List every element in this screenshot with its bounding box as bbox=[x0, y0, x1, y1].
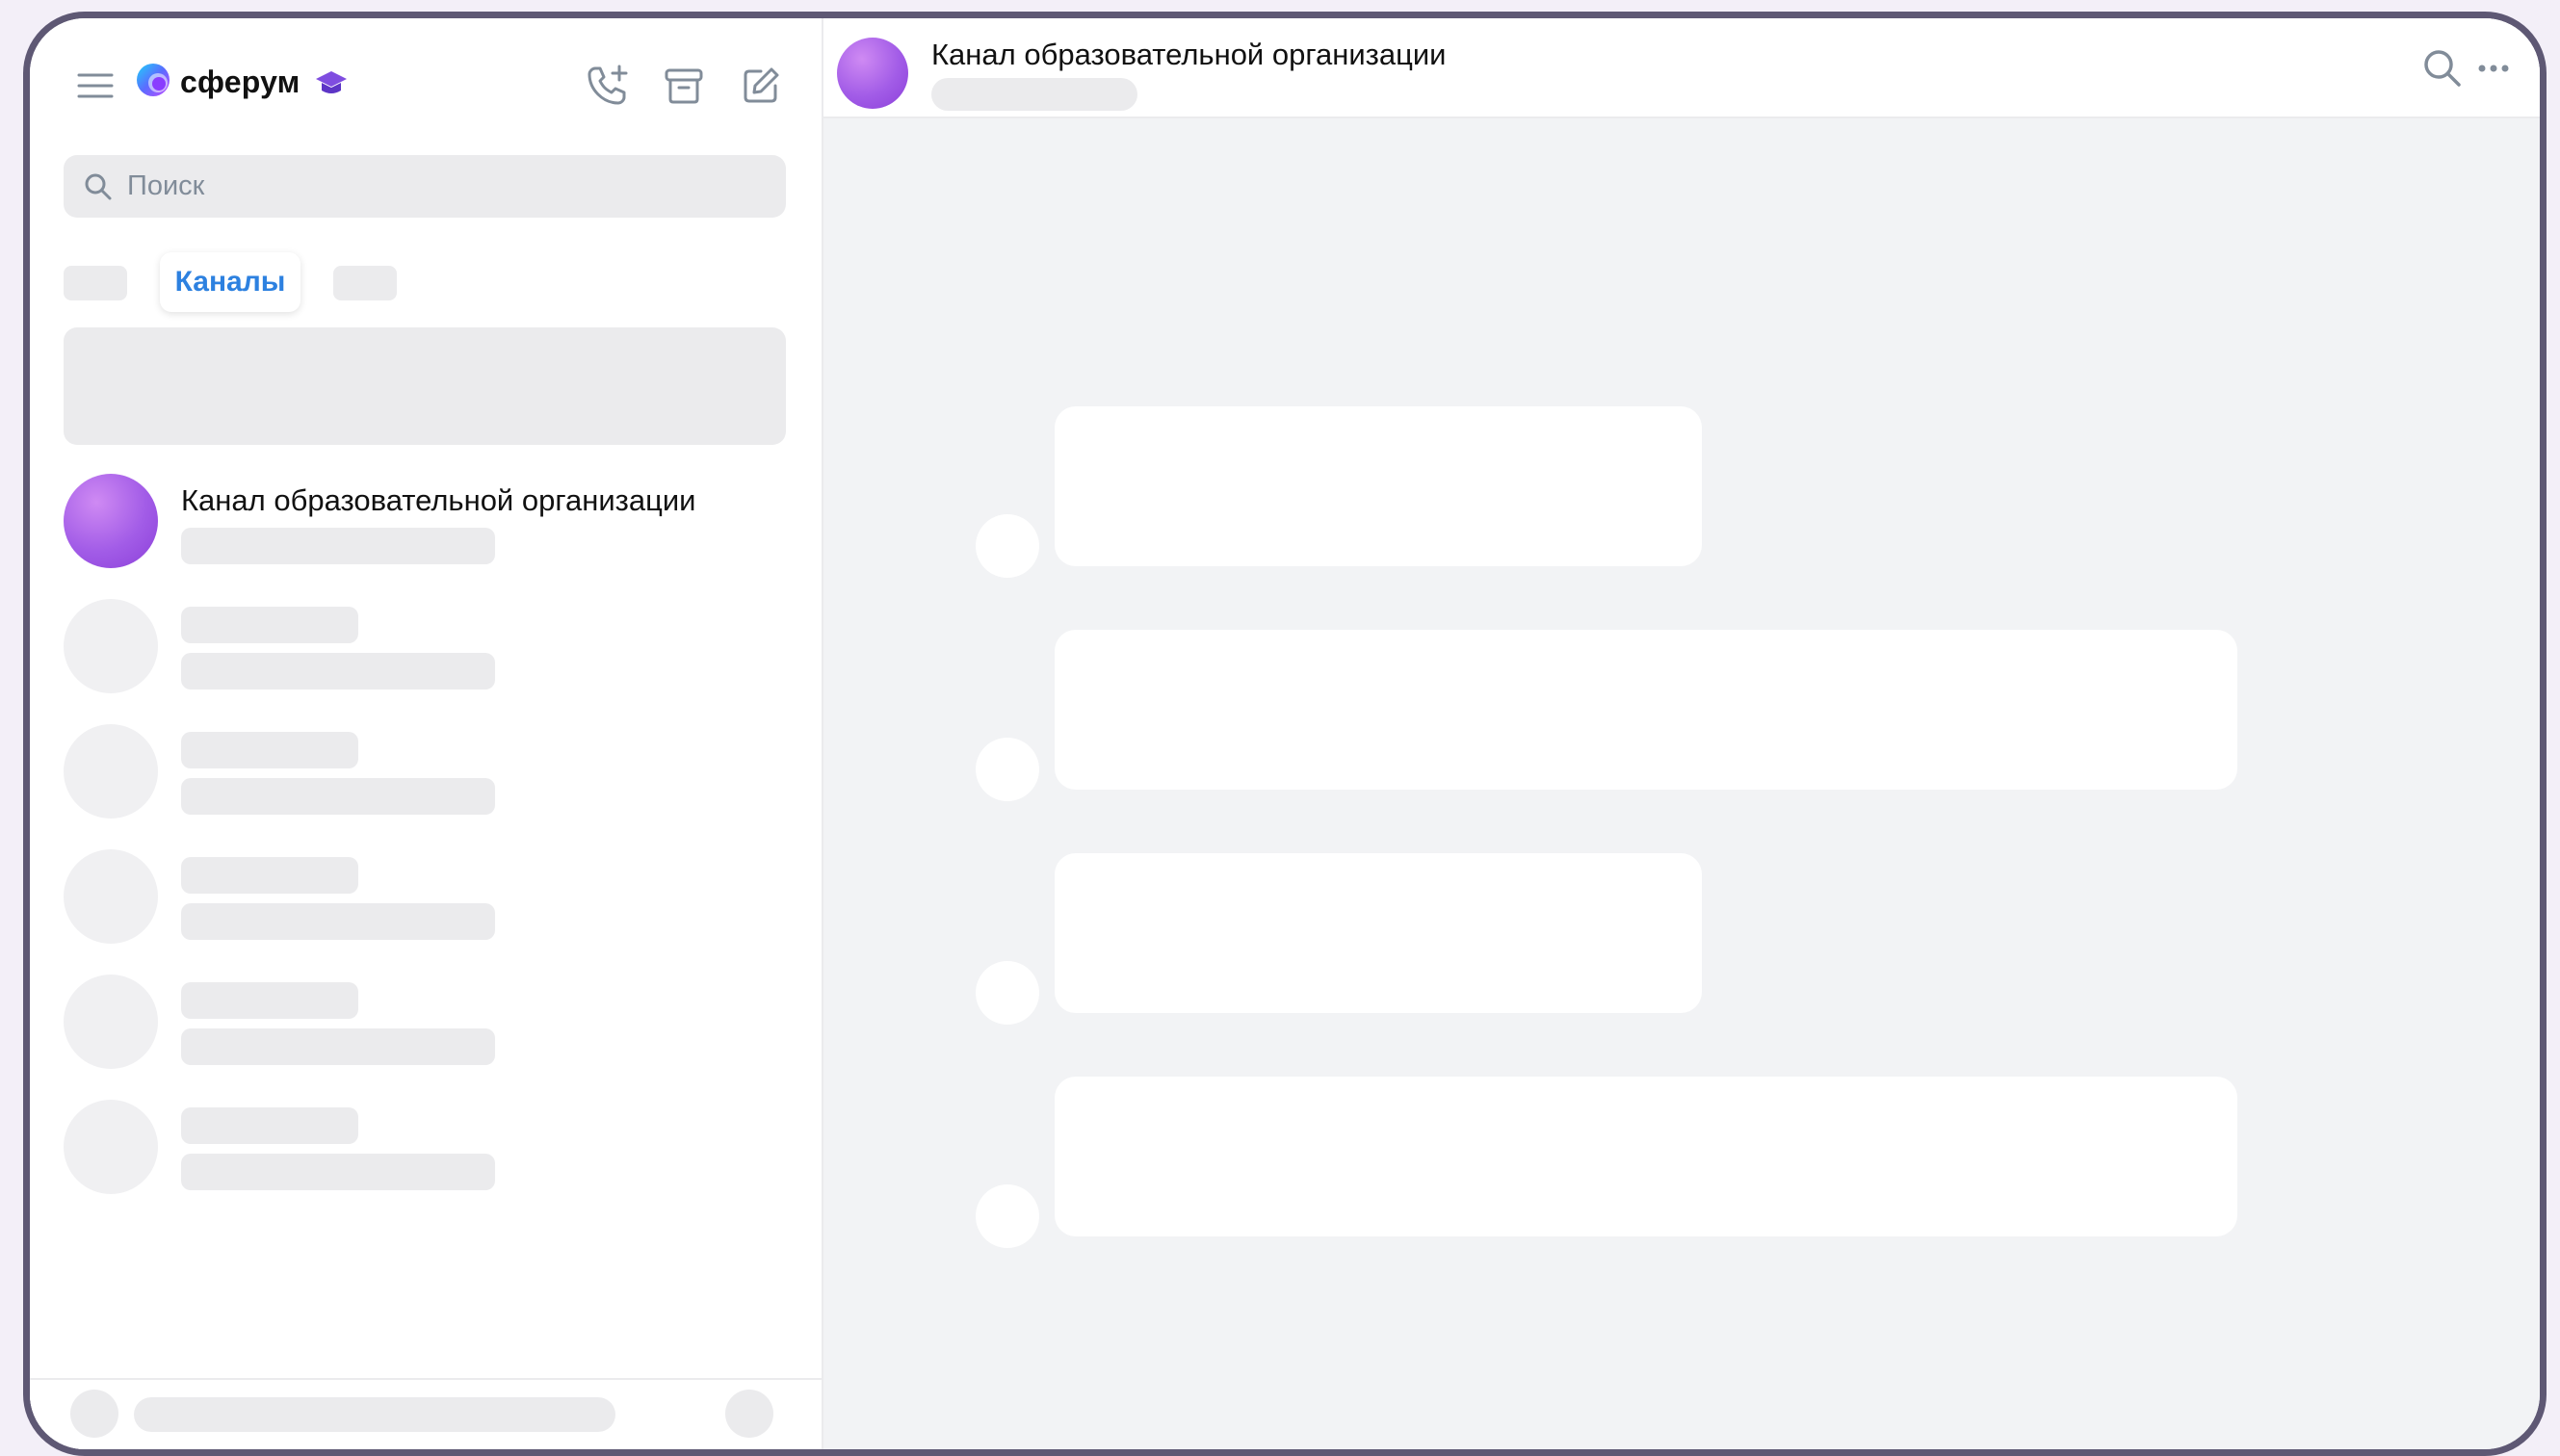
avatar-placeholder bbox=[64, 599, 158, 693]
sferum-logo[interactable]: сферум bbox=[134, 61, 349, 104]
header-title[interactable]: Канал образовательной организации bbox=[931, 38, 1447, 72]
avatar-placeholder bbox=[64, 1100, 158, 1194]
title-placeholder bbox=[181, 1107, 358, 1144]
chat-item-placeholder bbox=[64, 724, 786, 820]
message-bubble-placeholder bbox=[1055, 853, 1702, 1013]
chat-item-placeholder bbox=[64, 849, 786, 946]
avatar-placeholder bbox=[64, 975, 158, 1069]
footer-icon-placeholder bbox=[725, 1390, 773, 1438]
sidebar: сферум Поиск Каналы Канал образовательно… bbox=[30, 18, 823, 1449]
header-avatar[interactable] bbox=[837, 38, 908, 109]
chat-item-placeholder bbox=[64, 975, 786, 1071]
preview-placeholder bbox=[181, 903, 495, 940]
compose-icon[interactable] bbox=[736, 61, 786, 111]
chat-panel: Канал образовательной организации bbox=[823, 18, 2540, 1449]
preview-placeholder bbox=[181, 1154, 495, 1190]
archive-icon[interactable] bbox=[659, 61, 709, 111]
title-placeholder bbox=[181, 982, 358, 1019]
message-bubble-placeholder bbox=[1055, 406, 1702, 566]
chat-tabs: Каналы bbox=[64, 247, 786, 314]
message-avatar-placeholder bbox=[976, 514, 1039, 578]
title-placeholder bbox=[181, 607, 358, 643]
preview-placeholder bbox=[181, 778, 495, 815]
tab-placeholder-left[interactable] bbox=[64, 266, 127, 300]
message-bubble-placeholder bbox=[1055, 1077, 2237, 1236]
title-placeholder bbox=[181, 732, 358, 768]
chat-item-channel[interactable]: Канал образовательной организации bbox=[64, 474, 786, 570]
graduation-cap-icon bbox=[314, 68, 349, 97]
search-placeholder: Поиск bbox=[127, 170, 205, 201]
tab-placeholder-right[interactable] bbox=[333, 266, 397, 300]
more-icon[interactable] bbox=[2469, 43, 2519, 93]
avatar-placeholder bbox=[64, 724, 158, 819]
sidebar-footer bbox=[30, 1378, 822, 1449]
search-icon[interactable] bbox=[2417, 43, 2468, 93]
chat-item-placeholder bbox=[64, 1100, 786, 1196]
add-call-icon[interactable] bbox=[582, 61, 632, 111]
message-bubble-placeholder bbox=[1055, 630, 2237, 790]
app-window: сферум Поиск Каналы Канал образовательно… bbox=[23, 12, 2547, 1456]
banner-placeholder bbox=[64, 327, 786, 445]
header-subtitle-placeholder bbox=[931, 78, 1137, 111]
message-avatar-placeholder bbox=[976, 961, 1039, 1025]
search-input[interactable]: Поиск bbox=[64, 155, 786, 218]
footer-avatar-placeholder bbox=[70, 1390, 118, 1438]
avatar-placeholder bbox=[64, 849, 158, 944]
search-icon bbox=[83, 171, 114, 202]
chat-header: Канал образовательной организации bbox=[823, 18, 2540, 118]
preview-placeholder bbox=[181, 1028, 495, 1065]
menu-icon[interactable] bbox=[70, 61, 120, 111]
message-avatar-placeholder bbox=[976, 738, 1039, 801]
footer-text-placeholder bbox=[134, 1397, 615, 1432]
sidebar-header: сферум bbox=[30, 18, 822, 124]
chat-item-placeholder bbox=[64, 599, 786, 695]
preview-placeholder bbox=[181, 653, 495, 689]
title-placeholder bbox=[181, 857, 358, 894]
sferum-logo-icon bbox=[134, 61, 172, 104]
message-avatar-placeholder bbox=[976, 1184, 1039, 1248]
avatar bbox=[64, 474, 158, 568]
chat-preview-placeholder bbox=[181, 528, 495, 564]
logo-text: сферум bbox=[180, 65, 300, 99]
tab-channels[interactable]: Каналы bbox=[160, 252, 300, 312]
chat-title: Канал образовательной организации bbox=[181, 483, 696, 517]
